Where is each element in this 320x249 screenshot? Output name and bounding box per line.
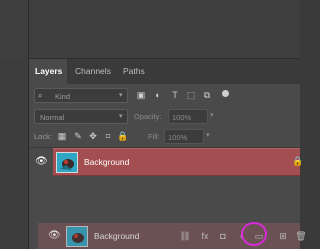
- blend-row: Normal ▾ Opacity: 100% ▾: [34, 109, 296, 124]
- link-layers-icon[interactable]: ⛓: [178, 228, 192, 244]
- blend-mode-label: Normal: [40, 113, 65, 122]
- opacity-label: Opacity:: [134, 112, 162, 121]
- filter-kind-label: Kind: [55, 92, 71, 101]
- adjustment-layer-filter-icon[interactable]: ◐: [151, 88, 165, 103]
- opacity-dropdown-icon[interactable]: ▾: [210, 111, 214, 119]
- lock-artboard-icon[interactable]: ⌗: [102, 129, 114, 144]
- layer-style-icon[interactable]: fx: [198, 228, 212, 244]
- lock-row: Lock: ▦ ✎ ✥ ⌗ 🔒 Fill: 100% ▾: [34, 129, 296, 144]
- pixel-layer-filter-icon[interactable]: ▣: [134, 88, 148, 103]
- layer-body[interactable]: Background 🔒: [53, 148, 303, 176]
- lock-position-icon[interactable]: ✥: [87, 129, 99, 144]
- trash-icon[interactable]: 🗑: [294, 228, 308, 244]
- eye-icon: 👁: [48, 230, 61, 241]
- layers-panel: Layers Channels Paths ⌕ Kind ▾ ▣ ◐ T ⬚ ⧉…: [29, 58, 307, 249]
- type-layer-filter-icon[interactable]: T: [168, 88, 182, 103]
- blend-mode-select[interactable]: Normal ▾: [34, 109, 128, 124]
- ghost-layer-name: Background: [94, 231, 140, 241]
- fill-dropdown-icon[interactable]: ▾: [206, 131, 210, 139]
- new-layer-highlight: [241, 222, 267, 246]
- layer-mask-icon[interactable]: ◘: [216, 228, 230, 244]
- thumbnail-image: [67, 227, 87, 246]
- thumbnail-image: [57, 153, 77, 172]
- chevron-down-icon: ▾: [119, 113, 123, 120]
- visibility-cell[interactable]: 👁: [29, 148, 51, 176]
- opacity-field[interactable]: 100%: [168, 109, 208, 124]
- lock-label: Lock:: [34, 132, 52, 141]
- layer-thumbnail: [56, 152, 78, 173]
- filter-toggle-icon[interactable]: [222, 90, 229, 97]
- ghost-thumbnail: [66, 226, 88, 247]
- layer-row[interactable]: 👁 Background 🔒: [29, 148, 303, 176]
- canvas-area: [0, 0, 300, 58]
- new-layer-icon[interactable]: ⊞: [276, 228, 290, 244]
- tab-paths[interactable]: Paths: [117, 59, 153, 84]
- left-gutter: [0, 58, 28, 249]
- fill-field[interactable]: 100%: [164, 129, 204, 144]
- shape-layer-filter-icon[interactable]: ⬚: [184, 88, 198, 103]
- smart-object-filter-icon[interactable]: ⧉: [200, 88, 214, 103]
- layer-name: Background: [84, 157, 130, 167]
- tab-layers[interactable]: Layers: [29, 59, 67, 84]
- search-icon: ⌕: [38, 91, 43, 100]
- eye-icon[interactable]: 👁: [35, 156, 48, 167]
- fill-label: Fill:: [148, 132, 160, 141]
- filter-kind-select[interactable]: ⌕ Kind ▾: [34, 88, 128, 103]
- lock-transparent-pixels-icon[interactable]: ▦: [56, 129, 68, 144]
- filter-row: ⌕ Kind ▾ ▣ ◐ T ⬚ ⧉: [34, 88, 296, 103]
- tab-channels[interactable]: Channels: [69, 59, 117, 84]
- lock-all-icon[interactable]: 🔒: [117, 129, 129, 144]
- chevron-down-icon: ▾: [119, 92, 123, 99]
- lock-image-pixels-icon[interactable]: ✎: [72, 129, 84, 144]
- lock-icon[interactable]: 🔒: [292, 156, 303, 167]
- panel-tabs: Layers Channels Paths: [29, 59, 300, 84]
